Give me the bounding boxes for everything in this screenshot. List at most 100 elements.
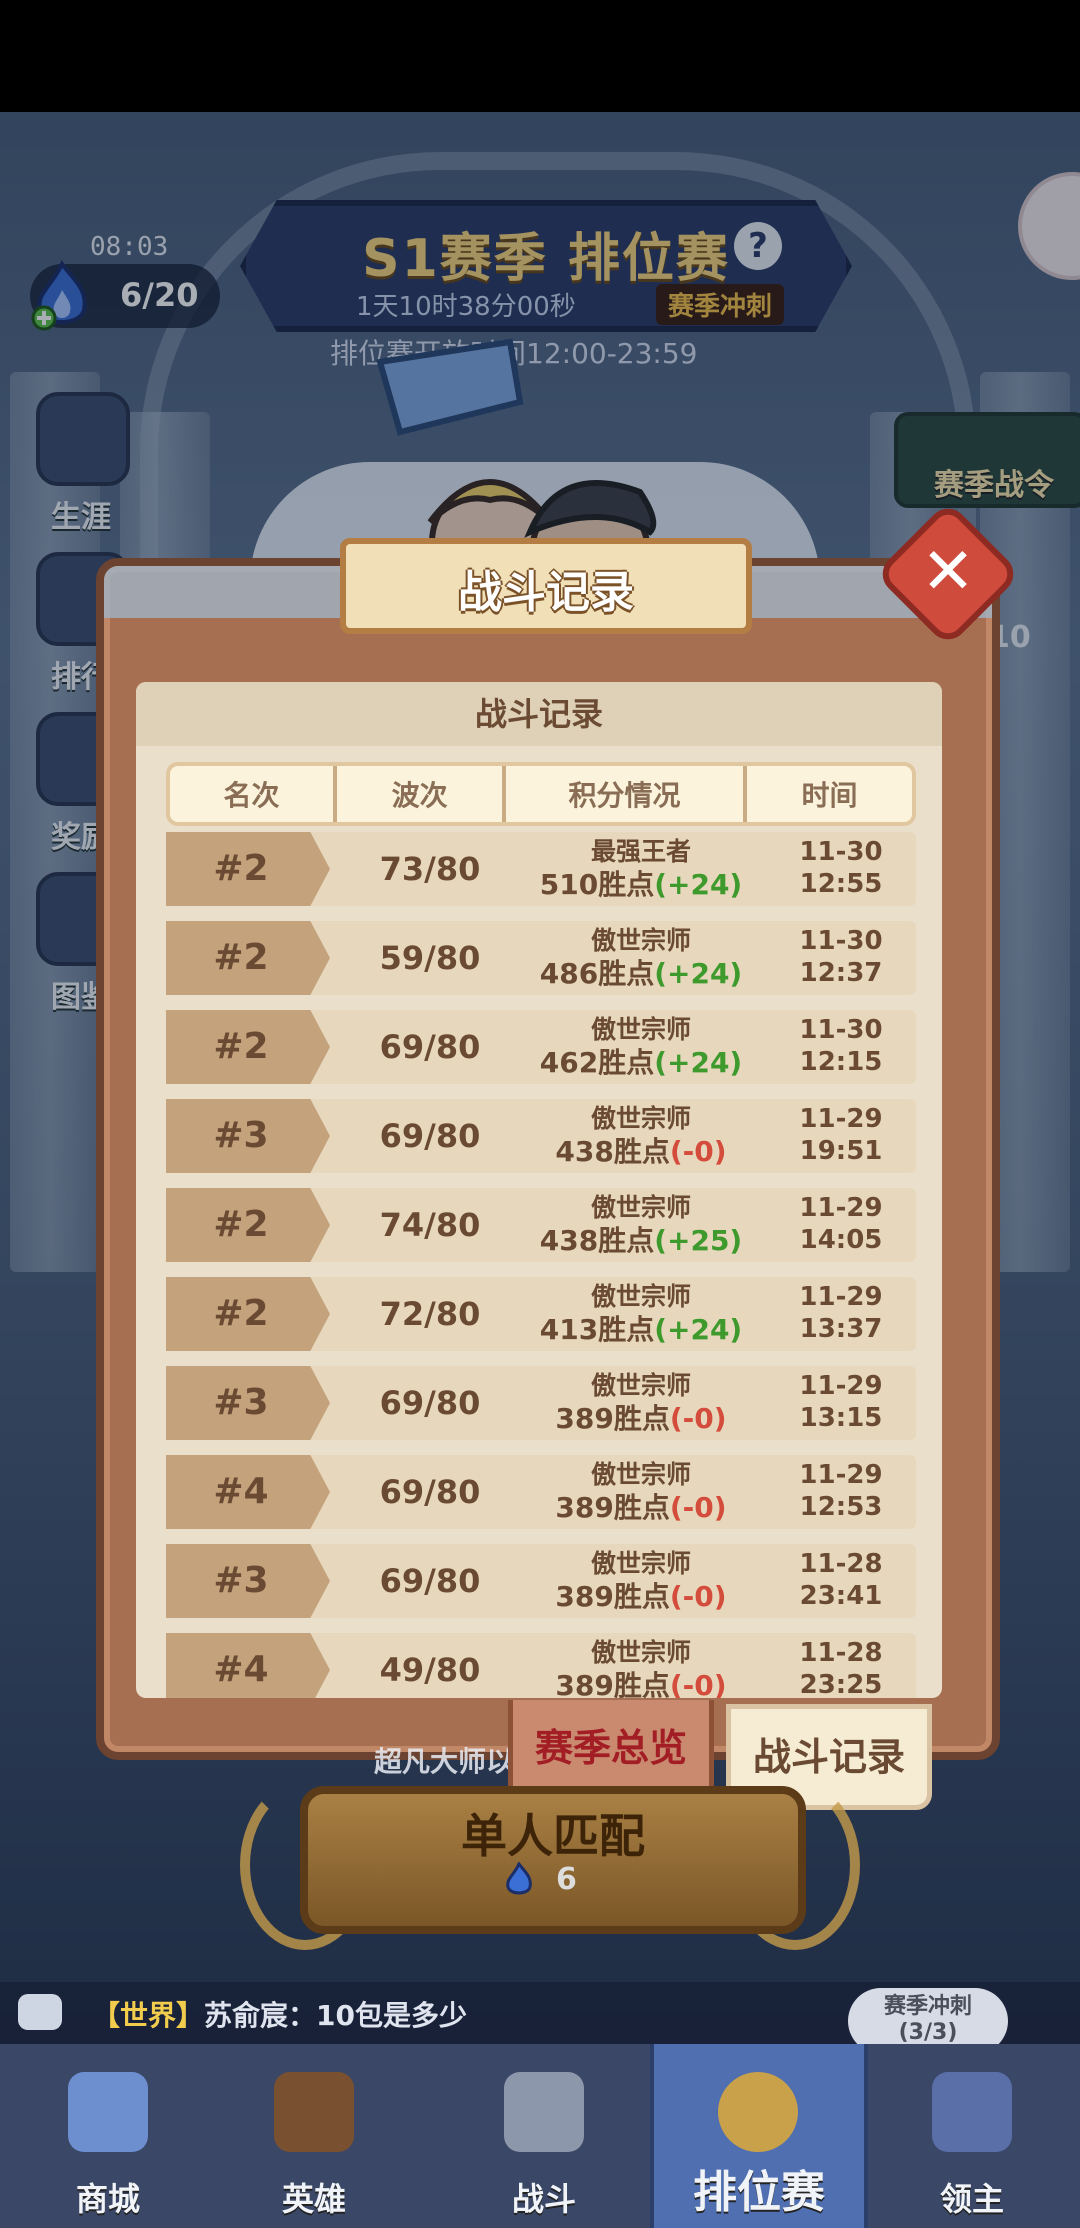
nav-heroes-label: 英雄	[281, 2180, 346, 2218]
nav-battle-label: 战斗	[511, 2180, 576, 2218]
lord-icon	[932, 2072, 1012, 2152]
score-cell: 最强王者 510胜点(+24)	[516, 836, 766, 902]
table-row: #3 69/80 傲世宗师 438胜点(-0) 11-29 19:51	[166, 1099, 916, 1173]
time-cell: 11-29 14:05	[776, 1192, 906, 1256]
wave-cell: 73/80	[379, 850, 481, 888]
sprint-bubble-progress: (3/3)	[898, 2020, 958, 2045]
score-cell: 傲世宗师 462胜点(+24)	[516, 1014, 766, 1080]
shop-icon	[68, 2072, 148, 2152]
close-icon[interactable]: ✕	[896, 522, 1000, 626]
table-row: #2 69/80 傲世宗师 462胜点(+24) 11-30 12:15	[166, 1010, 916, 1084]
panel-title: 战斗记录	[136, 682, 942, 746]
rank-cell: #2	[166, 1277, 330, 1351]
points-delta: (+24)	[654, 868, 743, 901]
wave-cell: 59/80	[379, 939, 481, 977]
score-cell: 傲世宗师 438胜点(-0)	[516, 1103, 766, 1169]
bottom-nav: 商城 英雄 战斗 排位赛 领主	[0, 2044, 1080, 2228]
nav-shop[interactable]: 商城	[8, 2044, 208, 2228]
date-value: 11-29	[799, 1104, 883, 1134]
time-cell: 11-29 13:15	[776, 1370, 906, 1434]
chat-message-text: 苏俞宸：10包是多少	[204, 1999, 467, 2032]
points-delta: (+24)	[654, 1313, 743, 1346]
table-row: #2 74/80 傲世宗师 438胜点(+25) 11-29 14:05	[166, 1188, 916, 1262]
rank-cell: #4	[166, 1455, 330, 1529]
nav-battle[interactable]: 战斗	[444, 2044, 644, 2228]
time-value: 12:37	[799, 958, 883, 988]
points-delta: (-0)	[669, 1491, 727, 1524]
flame-icon	[506, 1862, 532, 1895]
points-delta: (-0)	[669, 1135, 727, 1168]
time-cell: 11-30 12:15	[776, 1014, 906, 1078]
date-value: 11-30	[799, 1015, 883, 1045]
nav-lord-label: 领主	[939, 2180, 1004, 2218]
date-value: 11-29	[799, 1193, 883, 1223]
points-delta: (-0)	[669, 1402, 727, 1435]
score-cell: 傲世宗师 438胜点(+25)	[516, 1192, 766, 1258]
battle-icon	[504, 2072, 584, 2152]
tier-label: 傲世宗师	[590, 1193, 691, 1222]
points-delta: (-0)	[669, 1669, 727, 1698]
records-panel: 战斗记录 名次 波次 积分情况 时间 #2 73/80 最强王者 510胜点(+…	[136, 682, 942, 1698]
rank-cell: #2	[166, 832, 330, 906]
tier-label: 最强王者	[590, 837, 691, 866]
score-cell: 傲世宗师 413胜点(+24)	[516, 1281, 766, 1347]
time-value: 12:55	[799, 869, 883, 899]
column-header-score: 积分情况	[502, 766, 743, 822]
date-value: 11-29	[799, 1460, 883, 1490]
chat-icon	[18, 1994, 62, 2030]
table-row: #4 49/80 傲世宗师 389胜点(-0) 11-28 23:25	[166, 1633, 916, 1698]
time-cell: 11-28 23:25	[776, 1637, 906, 1698]
tier-label: 傲世宗师	[590, 1549, 691, 1578]
time-cell: 11-29 19:51	[776, 1103, 906, 1167]
nav-shop-label: 商城	[75, 2180, 140, 2218]
nav-ranked-label: 排位赛	[693, 2167, 825, 2218]
nav-ranked[interactable]: 排位赛	[650, 2044, 868, 2228]
tier-label: 傲世宗师	[590, 1104, 691, 1133]
score-cell: 傲世宗师 389胜点(-0)	[516, 1459, 766, 1525]
table-row: #2 72/80 傲世宗师 413胜点(+24) 11-29 13:37	[166, 1277, 916, 1351]
points-delta: (+24)	[654, 1046, 743, 1079]
wave-cell: 74/80	[379, 1206, 481, 1244]
points-value: 462胜点	[539, 1046, 655, 1079]
records-list[interactable]: #2 73/80 最强王者 510胜点(+24) 11-30 12:55 #2 …	[166, 832, 916, 1698]
time-cell: 11-29 13:37	[776, 1281, 906, 1345]
time-value: 23:41	[799, 1581, 883, 1611]
rank-cell: #3	[166, 1366, 330, 1440]
time-value: 14:05	[799, 1225, 883, 1255]
date-value: 11-29	[799, 1282, 883, 1312]
tier-label: 傲世宗师	[590, 1460, 691, 1489]
rank-cell: #2	[166, 1010, 330, 1084]
rank-cell: #2	[166, 1188, 330, 1262]
rank-cell: #4	[166, 1633, 330, 1698]
points-value: 438胜点	[539, 1224, 655, 1257]
points-value: 389胜点	[555, 1402, 670, 1435]
chat-message: 【世界】苏俞宸：10包是多少	[92, 1994, 467, 2034]
modal-title: 战斗记录	[458, 567, 634, 618]
date-value: 11-30	[799, 837, 883, 867]
nav-lord[interactable]: 领主	[872, 2044, 1072, 2228]
rank-cell: #3	[166, 1099, 330, 1173]
table-header: 名次 波次 积分情况 时间	[166, 762, 916, 826]
date-value: 11-28	[799, 1638, 883, 1668]
points-value: 389胜点	[555, 1580, 670, 1613]
column-header-wave: 波次	[333, 766, 502, 822]
time-value: 13:37	[799, 1314, 883, 1344]
date-value: 11-28	[799, 1549, 883, 1579]
date-value: 11-29	[799, 1371, 883, 1401]
modal-title-ribbon: 战斗记录	[340, 538, 752, 634]
rank-hint-text: 超凡大师以	[374, 1745, 515, 1778]
time-cell: 11-29 12:53	[776, 1459, 906, 1523]
points-value: 438胜点	[555, 1135, 670, 1168]
time-value: 19:51	[799, 1136, 883, 1166]
chat-channel: 【世界】	[92, 1999, 205, 2032]
solo-match-label: 单人匹配	[461, 1809, 645, 1863]
tier-label: 傲世宗师	[590, 1371, 691, 1400]
nav-heroes[interactable]: 英雄	[214, 2044, 414, 2228]
tier-label: 傲世宗师	[590, 1015, 691, 1044]
score-cell: 傲世宗师 389胜点(-0)	[516, 1370, 766, 1436]
time-cell: 11-30 12:55	[776, 836, 906, 900]
ranked-icon	[718, 2072, 798, 2152]
wave-cell: 69/80	[379, 1562, 481, 1600]
table-row: #2 59/80 傲世宗师 486胜点(+24) 11-30 12:37	[166, 921, 916, 995]
time-cell: 11-30 12:37	[776, 925, 906, 989]
